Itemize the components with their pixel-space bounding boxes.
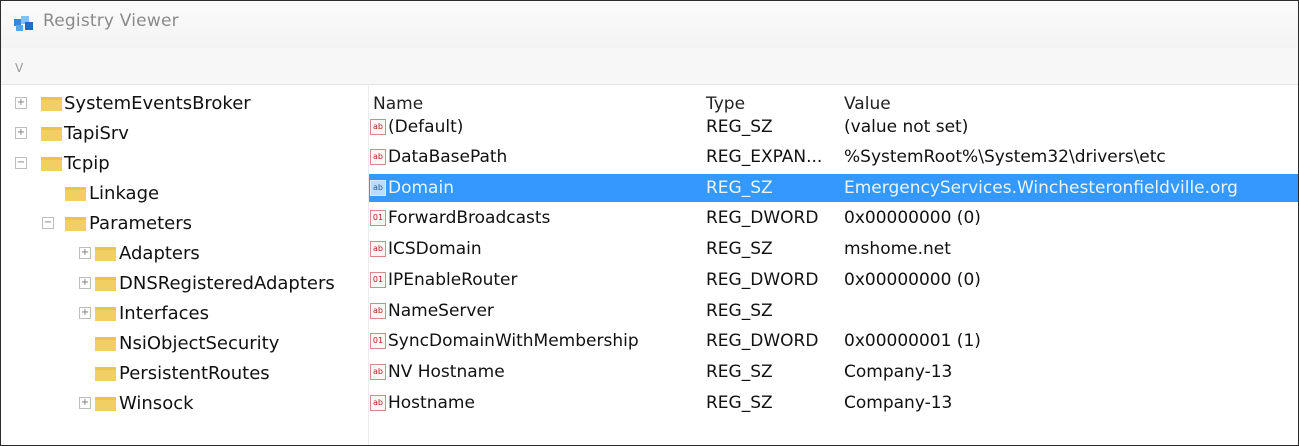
value-name: Hostname: [388, 393, 475, 413]
tree-item-label: Winsock: [119, 393, 194, 414]
value-type: REG_SZ: [706, 301, 773, 321]
title-bar: Registry Viewer: [1, 1, 1298, 48]
folder-icon: [41, 127, 62, 141]
table-row-selected[interactable]: ab Domain REG_SZ EmergencyServices.Winch…: [369, 174, 1298, 202]
value-name: (Default): [388, 117, 464, 137]
tree-item-label: DNSRegisteredAdapters: [119, 273, 335, 294]
value-type: REG_SZ: [706, 117, 773, 137]
table-row[interactable]: 01 ForwardBroadcasts REG_DWORD 0x0000000…: [369, 204, 1298, 232]
tree-item-label: Interfaces: [119, 303, 209, 324]
values-list: Name Type Value ab (Default) REG_SZ (val…: [369, 85, 1298, 445]
tree-item-label: Tcpip: [64, 153, 110, 174]
table-row[interactable]: ab NV Hostname REG_SZ Company-13: [369, 358, 1298, 386]
table-row[interactable]: ab ICSDomain REG_SZ mshome.net: [369, 235, 1298, 263]
value-type: REG_DWORD: [706, 270, 819, 290]
value-name: NV Hostname: [388, 362, 505, 382]
folder-icon: [95, 367, 116, 381]
tree-item-label: TapiSrv: [64, 123, 129, 144]
folder-icon: [41, 157, 62, 171]
tree-item-label: Adapters: [119, 243, 200, 264]
value-data: 0x00000000 (0): [844, 270, 981, 290]
value-type: REG_SZ: [706, 362, 773, 382]
binary-value-icon: 01: [370, 333, 386, 349]
expand-icon[interactable]: +: [79, 397, 91, 409]
table-row[interactable]: ab Hostname REG_SZ Company-13: [369, 389, 1298, 417]
folder-icon: [95, 337, 116, 351]
registry-cube-icon: [14, 16, 33, 31]
folder-icon: [95, 307, 116, 321]
value-name: ForwardBroadcasts: [388, 208, 551, 228]
value-name: SyncDomainWithMembership: [388, 331, 639, 351]
expand-icon[interactable]: +: [79, 277, 91, 289]
collapse-icon[interactable]: −: [15, 157, 27, 169]
table-row[interactable]: 01 SyncDomainWithMembership REG_DWORD 0x…: [369, 327, 1298, 355]
string-value-icon: ab: [370, 395, 386, 411]
expand-icon[interactable]: +: [79, 247, 91, 259]
value-type: REG_SZ: [706, 393, 773, 413]
tree-item-label: Parameters: [89, 213, 193, 234]
column-header-name[interactable]: Name: [373, 94, 423, 114]
expand-icon[interactable]: +: [79, 307, 91, 319]
folder-icon: [65, 187, 86, 201]
column-header-value[interactable]: Value: [844, 94, 891, 114]
value-name: IPEnableRouter: [388, 270, 518, 290]
value-data: (value not set): [844, 117, 969, 137]
value-data: 0x00000001 (1): [844, 331, 981, 351]
tree-item-label: SystemEventsBroker: [64, 93, 251, 114]
value-data: mshome.net: [844, 239, 951, 259]
tree-item-label: NsiObjectSecurity: [119, 333, 280, 354]
string-value-icon: ab: [370, 149, 386, 165]
value-data: Company-13: [844, 393, 953, 413]
string-value-icon: ab: [370, 364, 386, 380]
value-type: REG_SZ: [706, 239, 773, 259]
table-row[interactable]: ab DataBasePath REG_EXPAN... %SystemRoot…: [369, 143, 1298, 171]
folder-icon: [95, 247, 116, 261]
folder-icon: [41, 97, 62, 111]
value-data: EmergencyServices.Winchesteronfieldville…: [844, 178, 1238, 198]
tree-item-label: Linkage: [89, 183, 160, 204]
window-title: Registry Viewer: [43, 11, 179, 31]
string-value-icon: ab: [370, 241, 386, 257]
expand-icon[interactable]: +: [15, 97, 27, 109]
binary-value-icon: 01: [370, 272, 386, 288]
string-value-icon: ab: [370, 180, 386, 196]
view-menu[interactable]: V: [15, 61, 23, 75]
expand-icon[interactable]: +: [15, 127, 27, 139]
value-name: NameServer: [388, 301, 494, 321]
table-row[interactable]: ab (Default) REG_SZ (value not set): [369, 113, 1298, 141]
value-type: REG_DWORD: [706, 208, 819, 228]
registry-viewer-window: Registry Viewer V + SystemEventsBroker +…: [0, 0, 1299, 446]
folder-icon: [95, 397, 116, 411]
value-data: Company-13: [844, 362, 953, 382]
folder-icon: [95, 277, 116, 291]
column-header-type[interactable]: Type: [706, 94, 745, 114]
string-value-icon: ab: [370, 119, 386, 135]
value-type: REG_SZ: [706, 178, 773, 198]
value-name: Domain: [388, 178, 454, 198]
tree-item-label: PersistentRoutes: [119, 363, 270, 384]
table-row[interactable]: ab NameServer REG_SZ: [369, 297, 1298, 325]
value-data: 0x00000000 (0): [844, 208, 981, 228]
menu-bar: V: [1, 48, 1298, 85]
value-type: REG_EXPAN...: [706, 147, 823, 167]
value-name: ICSDomain: [388, 239, 482, 259]
table-row[interactable]: 01 IPEnableRouter REG_DWORD 0x00000000 (…: [369, 266, 1298, 294]
value-name: DataBasePath: [388, 147, 508, 167]
registry-tree[interactable]: + SystemEventsBroker + TapiSrv − Tcpip L…: [1, 85, 369, 445]
value-type: REG_DWORD: [706, 331, 819, 351]
folder-icon: [65, 217, 86, 231]
binary-value-icon: 01: [370, 210, 386, 226]
value-data: %SystemRoot%\System32\drivers\etc: [844, 147, 1166, 167]
collapse-icon[interactable]: −: [42, 217, 54, 229]
string-value-icon: ab: [370, 303, 386, 319]
